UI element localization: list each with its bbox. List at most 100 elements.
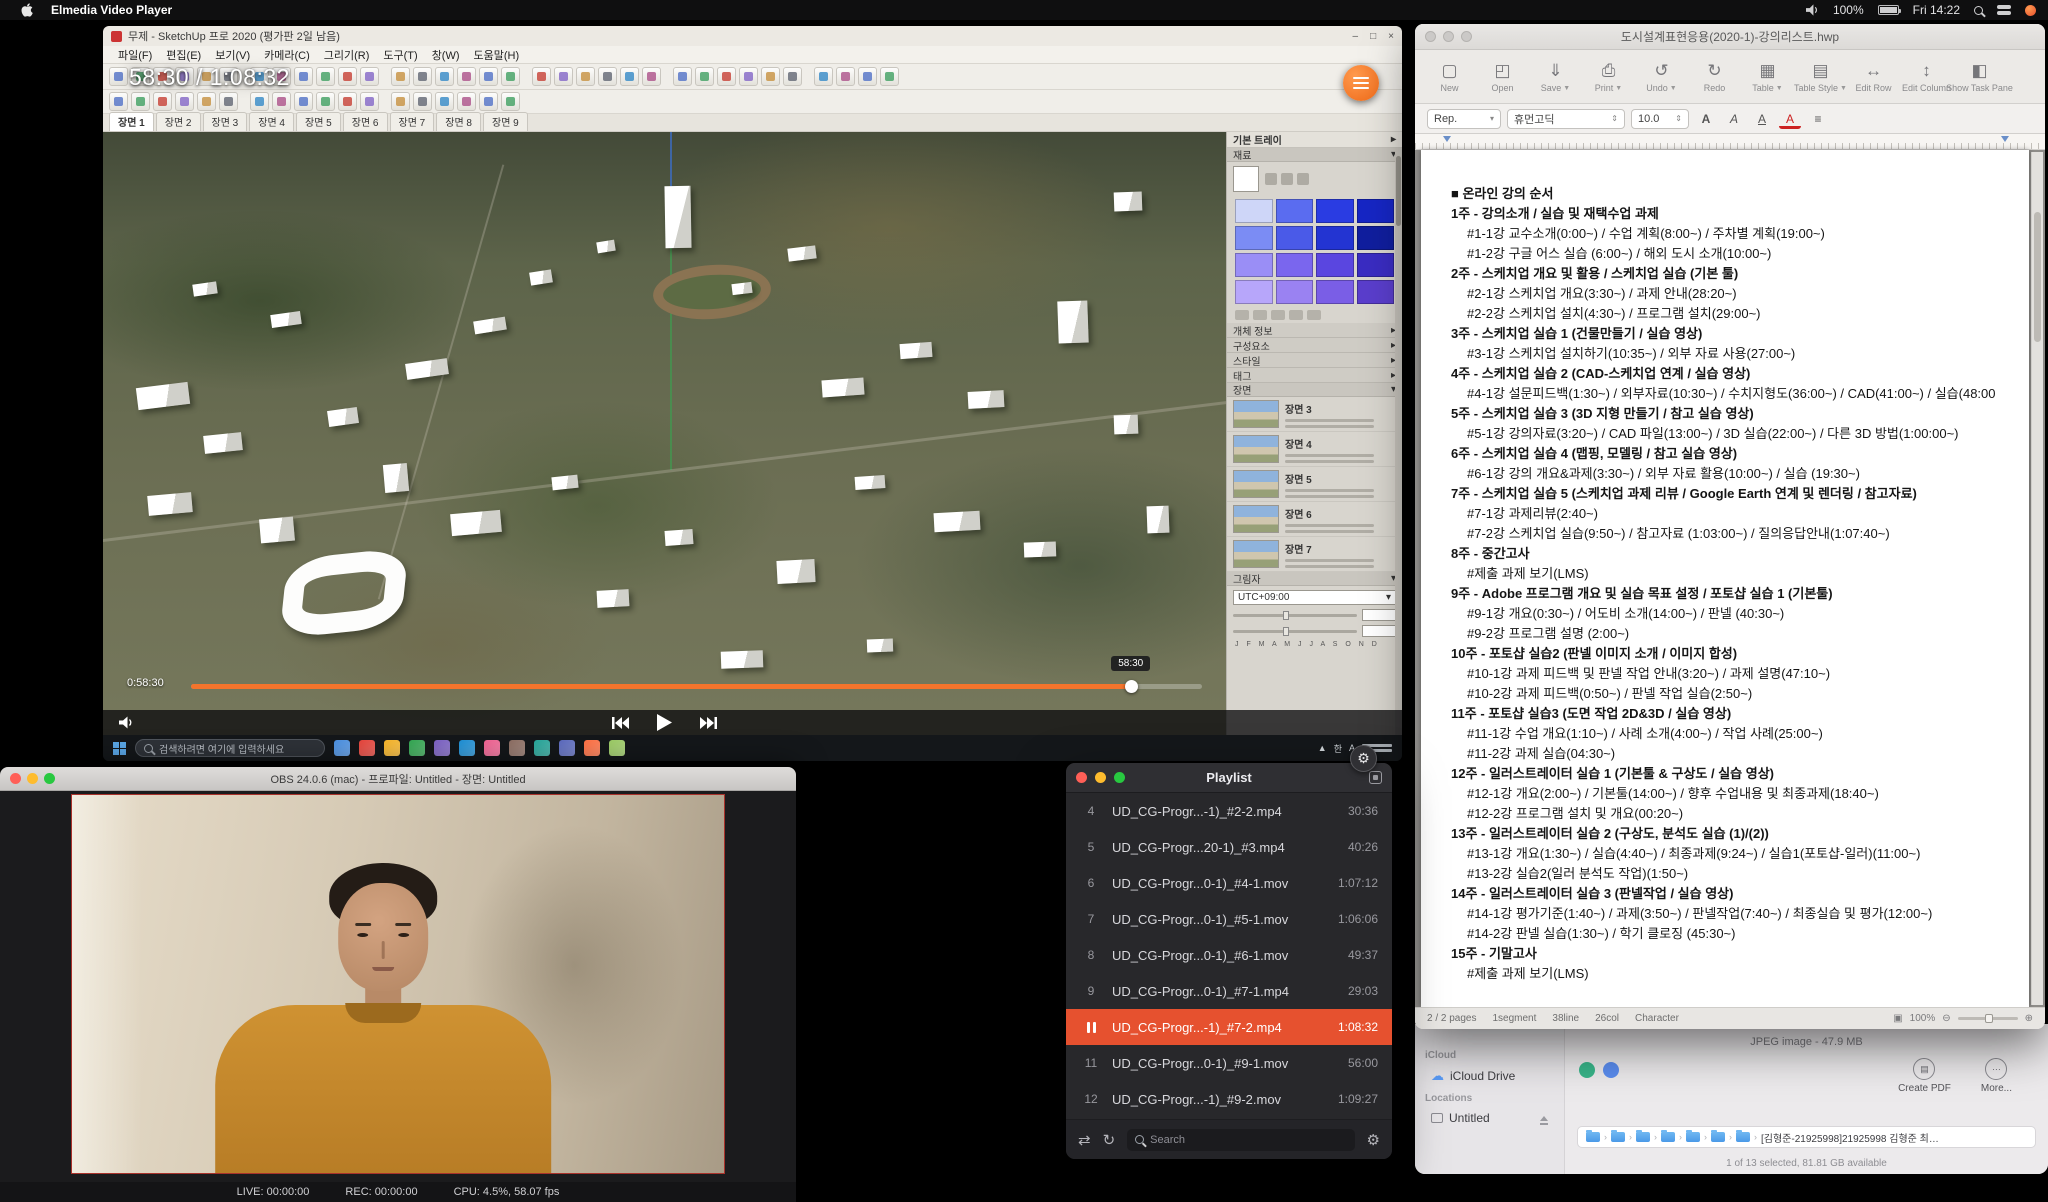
view-mode-icon[interactable]: ▣	[1893, 1013, 1902, 1024]
maximize-icon: □	[1370, 31, 1376, 42]
zoom-traffic-light[interactable]	[1461, 31, 1472, 42]
zoom-level[interactable]: 100%	[1910, 1013, 1936, 1024]
playlist-row[interactable]: 7 UD_CG-Progr...0-1)_#5-1.mov 1:06:06	[1066, 901, 1392, 937]
sidebar-item-icloud-drive[interactable]: ☁iCloud Drive	[1425, 1065, 1554, 1087]
folder-icon[interactable]	[1686, 1132, 1700, 1142]
close-traffic-light[interactable]	[1425, 31, 1436, 42]
hwp-toolbar-button[interactable]: ▦ Table▼	[1741, 60, 1794, 93]
quick-action-button[interactable]: ▤ Create PDF	[1898, 1058, 1951, 1094]
close-traffic-light[interactable]	[10, 773, 21, 784]
playlist-row[interactable]: 8 UD_CG-Progr...0-1)_#6-1.mov 49:37	[1066, 937, 1392, 973]
finder-path-bar[interactable]: ›››››››[김형준-21925998]21925998 김형준 최…	[1577, 1126, 2036, 1148]
video-surface[interactable]: 무제 - SketchUp 프로 2020 (평가판 2일 남음) – □ × …	[103, 26, 1402, 761]
tray-section-header: 구성요소▸	[1227, 338, 1402, 353]
bold-button[interactable]: A	[1695, 109, 1717, 129]
shuffle-icon[interactable]: ⇄	[1078, 1131, 1091, 1149]
zoom-traffic-light[interactable]	[1114, 772, 1125, 783]
minimize-traffic-light[interactable]	[1443, 31, 1454, 42]
hwp-toolbar-button[interactable]: ⇓ Save▼	[1529, 60, 1582, 93]
hwp-toolbar-button[interactable]: ↺ Undo▼	[1635, 60, 1688, 93]
zoom-in-button[interactable]: ⊕	[2025, 1013, 2033, 1024]
playlist-row[interactable]: 12 UD_CG-Progr...-1)_#9-2.mov 1:09:27	[1066, 1081, 1392, 1117]
sidebar-section-icloud: iCloud	[1425, 1050, 1554, 1061]
hwp-titlebar[interactable]: 도시설계표현응용(2020-1)-강의리스트.hwp	[1415, 24, 2045, 50]
folder-icon[interactable]	[1611, 1132, 1625, 1142]
minimize-traffic-light[interactable]	[27, 773, 38, 784]
font-size-stepper[interactable]: 10.0⇕	[1631, 109, 1689, 129]
menubar-clock[interactable]: Fri 14:22	[1913, 3, 1960, 17]
scene-tab: 장면 9	[483, 112, 528, 131]
hwp-toolbar-button[interactable]: ↔ Edit Row▼	[1847, 60, 1900, 93]
zoom-traffic-light[interactable]	[44, 773, 55, 784]
repeat-icon[interactable]: ↻	[1103, 1131, 1116, 1149]
building	[271, 311, 303, 328]
minimize-traffic-light[interactable]	[1095, 772, 1106, 783]
document-line: #13-1강 개요(1:30~) / 실습(4:40~) / 최종과제(9:24…	[1451, 844, 2011, 864]
playlist-settings-gear[interactable]: ⚙	[1367, 1131, 1380, 1149]
style-dropdown[interactable]: Rep.▾	[1427, 109, 1501, 129]
sketchup-tool-icon	[814, 67, 833, 86]
document-line: #13-2강 실습2(일러 분석도 작업)(1:50~)	[1451, 864, 2011, 884]
player-menu-button[interactable]	[1343, 65, 1379, 101]
previous-track-button[interactable]	[612, 716, 629, 730]
hwp-toolbar-button[interactable]: ◧ Show Task Pane▼	[1953, 60, 2006, 93]
spotlight-icon[interactable]	[1974, 6, 1983, 15]
document-page[interactable]: ■ 온라인 강의 순서1주 - 강의소개 / 실습 및 재택수업 과제#1-1강…	[1421, 150, 2029, 1007]
folder-icon[interactable]	[1711, 1132, 1725, 1142]
menubar-app-name[interactable]: Elmedia Video Player	[42, 3, 181, 17]
hwp-toolbar-button[interactable]: ⎙ Print▼	[1582, 60, 1635, 93]
seek-bar[interactable]: 58:30	[191, 684, 1202, 689]
battery-icon[interactable]	[1878, 5, 1899, 15]
time-field	[1362, 609, 1396, 621]
building	[855, 475, 886, 490]
folder-icon[interactable]	[1636, 1132, 1650, 1142]
folder-icon[interactable]	[1736, 1132, 1750, 1142]
sidebar-item-untitled[interactable]: Untitled	[1425, 1108, 1554, 1128]
playlist-row[interactable]: 11 UD_CG-Progr...0-1)_#9-1.mov 56:00	[1066, 1045, 1392, 1081]
eject-icon[interactable]	[1540, 1116, 1548, 1121]
close-traffic-light[interactable]	[1076, 772, 1087, 783]
apple-menu[interactable]	[12, 3, 42, 17]
hwp-ruler[interactable]	[1415, 134, 2045, 150]
playlist-row[interactable]: 4 UD_CG-Progr...-1)_#2-2.mp4 30:36	[1066, 793, 1392, 829]
folder-icon[interactable]	[1661, 1132, 1675, 1142]
notification-dot-icon[interactable]	[2025, 5, 2036, 16]
tray-scrollbar	[1395, 148, 1402, 735]
font-color-button[interactable]: A	[1779, 112, 1801, 129]
control-center-icon[interactable]	[1997, 5, 2011, 15]
materials-toolbar	[1227, 307, 1402, 323]
next-track-button[interactable]	[700, 716, 717, 730]
player-settings-gear-button[interactable]: ⚙	[1350, 745, 1377, 772]
scene-thumbnail-row: 장면 3	[1227, 397, 1402, 432]
hwp-toolbar-button[interactable]: ▤ Table Style▼	[1794, 60, 1847, 93]
hwp-toolbar-button[interactable]: ◰ Open▼	[1476, 60, 1529, 93]
popout-icon[interactable]	[1369, 771, 1382, 784]
folder-icon[interactable]	[1586, 1132, 1600, 1142]
playlist-row[interactable]: UD_CG-Progr...-1)_#7-2.mp4 1:08:32	[1066, 1009, 1392, 1045]
zoom-out-button[interactable]: ⊖	[1942, 1013, 1950, 1024]
scene-thumbnail-row: 장면 7	[1227, 537, 1402, 572]
volume-icon[interactable]	[1806, 4, 1819, 16]
document-scrollbar[interactable]	[2031, 152, 2043, 1005]
playlist-row[interactable]: 9 UD_CG-Progr...0-1)_#7-1.mp4 29:03	[1066, 973, 1392, 1009]
italic-button[interactable]: A	[1723, 109, 1745, 129]
left-margin-marker[interactable]	[1443, 136, 1451, 142]
play-button[interactable]	[657, 714, 672, 731]
hwp-toolbar-button[interactable]: ▢ New▼	[1423, 60, 1476, 93]
playlist-search-field[interactable]: Search	[1127, 1129, 1354, 1151]
color-swatch	[1357, 199, 1395, 223]
right-margin-marker[interactable]	[2001, 136, 2009, 142]
font-dropdown[interactable]: 휴먼고딕⇕	[1507, 109, 1625, 129]
playlist-row[interactable]: 5 UD_CG-Progr...20-1)_#3.mp4 40:26	[1066, 829, 1392, 865]
playlist-titlebar[interactable]: Playlist	[1066, 763, 1392, 793]
zoom-slider[interactable]	[1958, 1017, 2018, 1020]
toolbar-button-label: Edit Column	[1902, 83, 1951, 93]
obs-titlebar[interactable]: OBS 24.0.6 (mac) - 프로파일: Untitled - 장면: …	[0, 767, 796, 791]
hwp-toolbar-button[interactable]: ↻ Redo▼	[1688, 60, 1741, 93]
hwp-toolbar-button[interactable]: ↕ Edit Column▼	[1900, 60, 1953, 93]
underline-button[interactable]: A	[1751, 109, 1773, 129]
quick-action-button[interactable]: ··· More...	[1981, 1058, 2012, 1094]
playlist-row[interactable]: 6 UD_CG-Progr...0-1)_#4-1.mov 1:07:12	[1066, 865, 1392, 901]
align-button[interactable]: ≡	[1807, 109, 1829, 129]
person-sweater	[215, 1005, 551, 1173]
